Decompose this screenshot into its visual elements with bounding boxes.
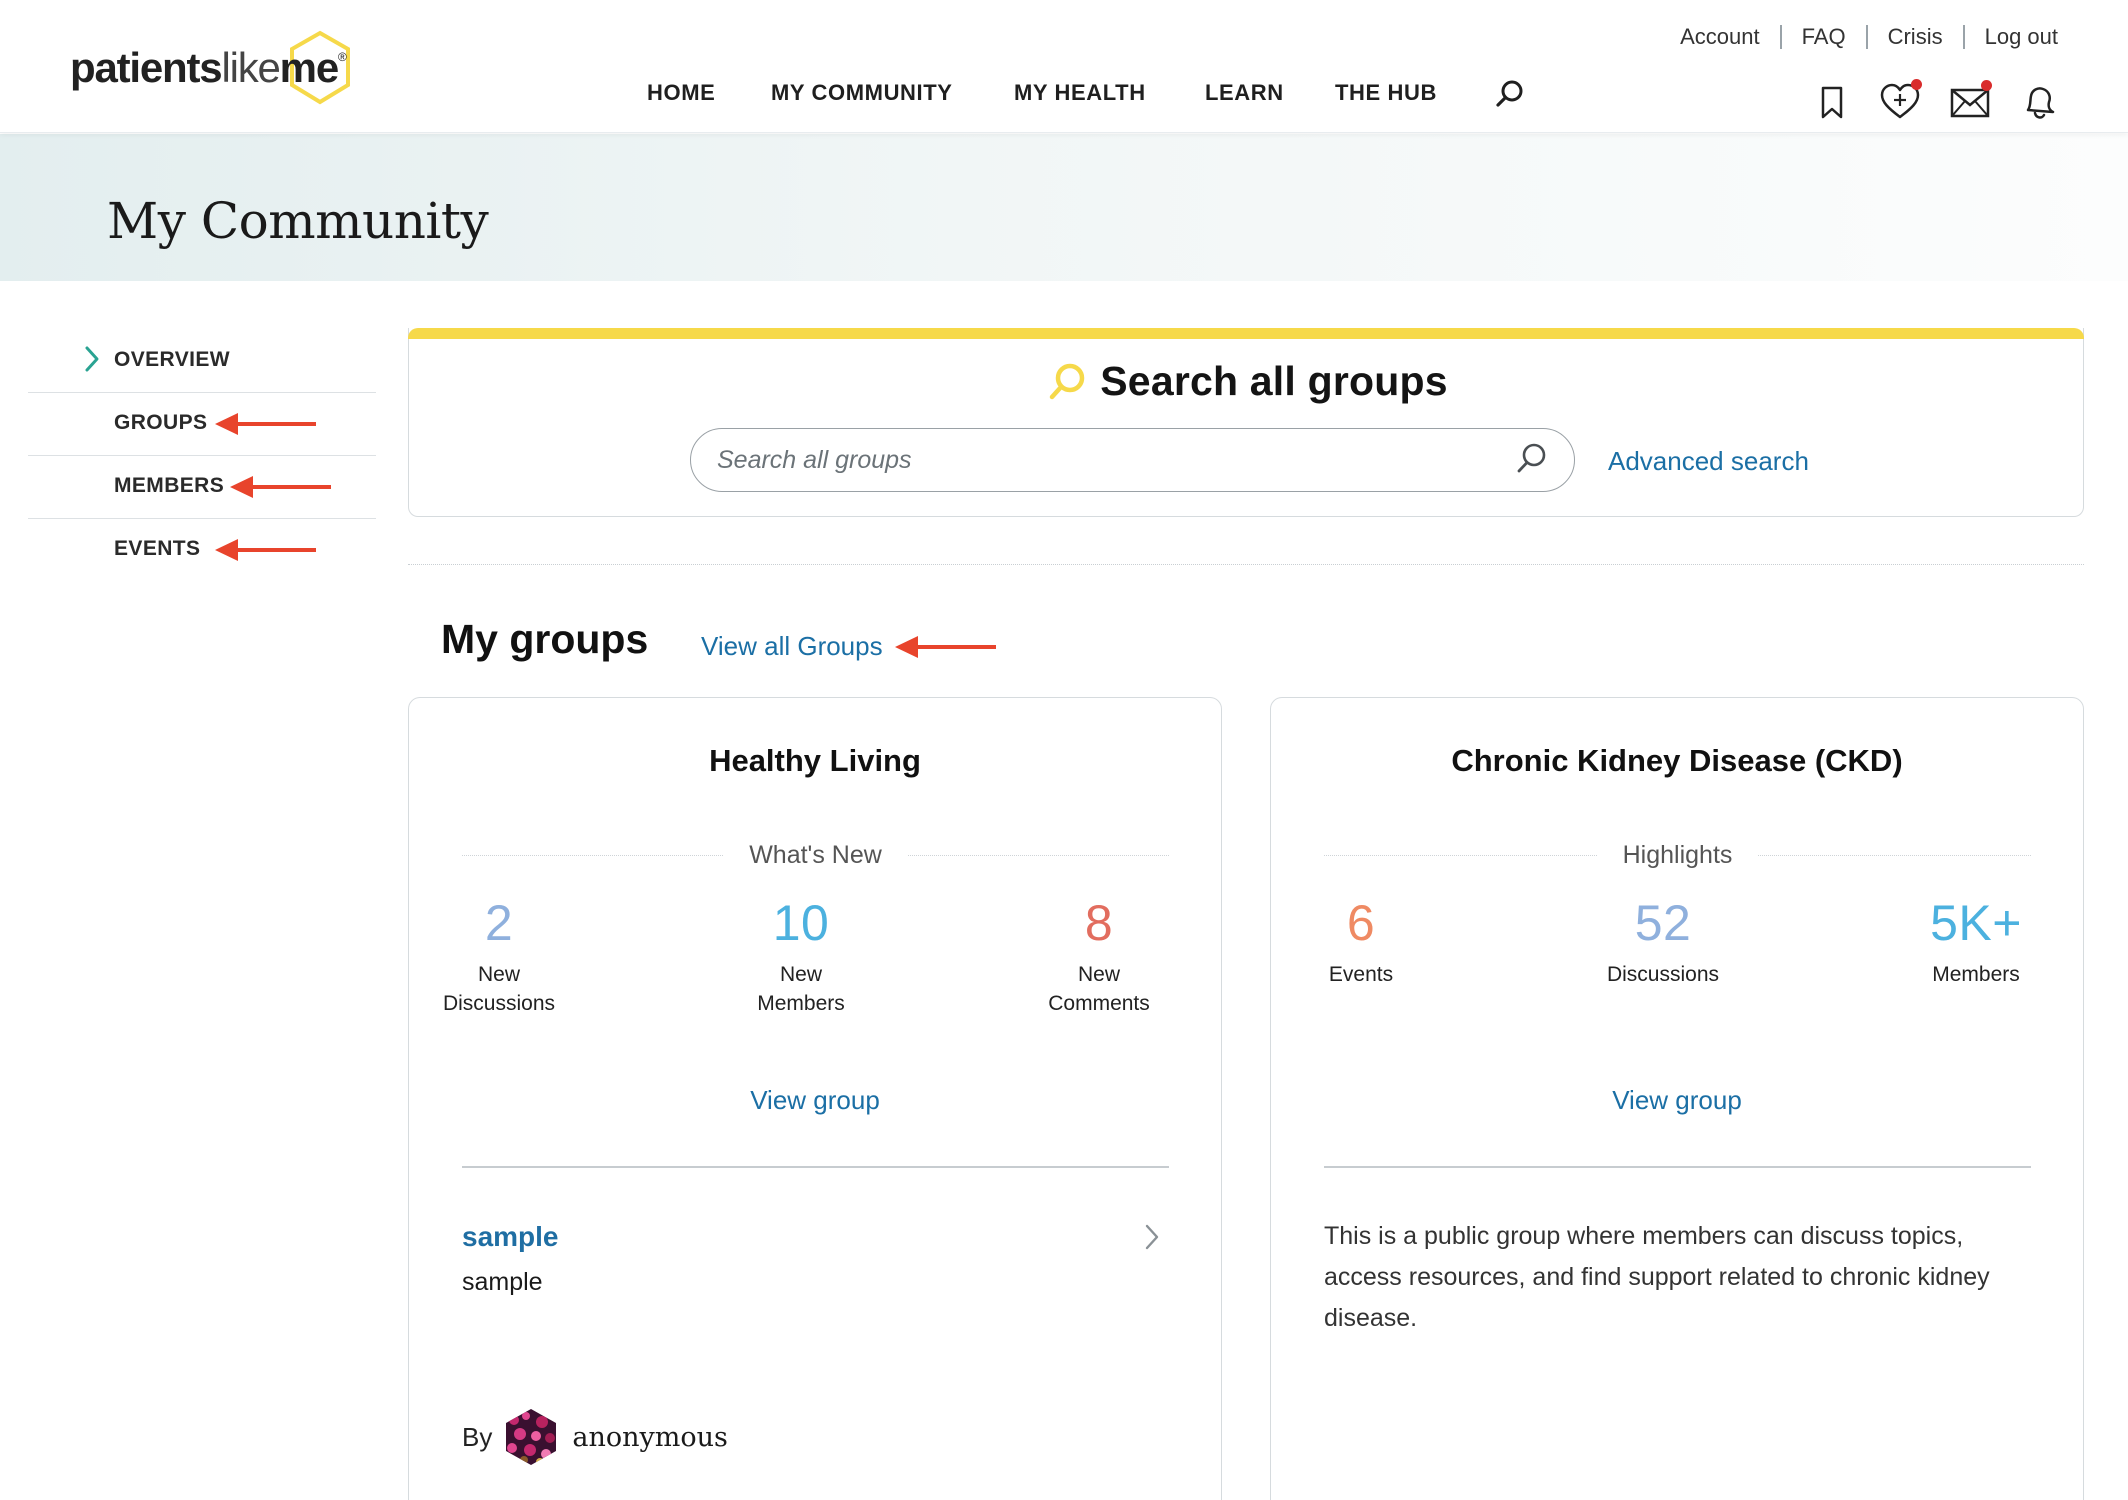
notification-dot — [1981, 80, 1992, 91]
nav-home[interactable]: HOME — [647, 80, 715, 106]
search-submit-icon[interactable] — [1514, 441, 1550, 477]
notification-dot — [1911, 79, 1922, 90]
bell-icon[interactable] — [2018, 80, 2062, 124]
author-name[interactable]: anonymous — [572, 1422, 728, 1453]
sidebar-item-events[interactable]: EVENTS — [28, 519, 376, 582]
patientslikeme-logo[interactable]: patientslikeme ® — [70, 30, 370, 110]
post-author: By anonymous — [462, 1408, 728, 1466]
sidebar-item-members[interactable]: MEMBERS — [28, 456, 376, 519]
stat-new-comments: 8 New Comments — [1048, 895, 1150, 1015]
annotation-arrow-icon — [215, 539, 316, 561]
group-description: This is a public group where members can… — [1324, 1222, 1990, 1332]
bookmark-icon[interactable] — [1810, 80, 1854, 124]
heart-plus-icon[interactable] — [1878, 79, 1922, 124]
post-body: sample — [462, 1268, 543, 1296]
sidebar-item-overview[interactable]: OVERVIEW — [28, 330, 376, 393]
stat-discussions: 52 Discussions — [1606, 895, 1720, 986]
group-subtitle: What's New — [462, 841, 1169, 870]
nav-my-community[interactable]: MY COMMUNITY — [771, 80, 953, 106]
search-input[interactable] — [717, 441, 1497, 479]
avatar[interactable] — [504, 1408, 558, 1466]
utility-separator — [1962, 25, 1965, 49]
page-title: My Community — [107, 192, 489, 250]
community-sidebar: OVERVIEW GROUPS MEMBERS EVENTS — [28, 330, 376, 582]
group-card-healthy-living: Healthy Living What's New 2 New Discussio… — [408, 697, 1222, 1500]
group-title: Chronic Kidney Disease (CKD) — [1451, 743, 1903, 778]
utility-separator — [1865, 25, 1868, 49]
chevron-right-icon[interactable] — [1142, 1222, 1162, 1252]
group-card-ckd: Chronic Kidney Disease (CKD) Highlights … — [1270, 697, 2084, 1500]
view-group-link[interactable]: View group — [1612, 1085, 1742, 1115]
search-groups-card: Search all groups Advanced search — [407, 328, 2084, 517]
group-subtitle: Highlights — [1324, 841, 2031, 870]
logout-link[interactable]: Log out — [1985, 24, 2058, 50]
my-groups-title: My groups — [441, 616, 649, 662]
group-title: Healthy Living — [709, 743, 921, 778]
crisis-link[interactable]: Crisis — [1888, 24, 1943, 50]
stat-new-discussions: 2 New Discussions — [442, 895, 556, 1015]
chevron-right-icon — [85, 346, 99, 372]
card-divider — [1324, 1166, 2031, 1168]
utility-nav: Account FAQ Crisis Log out — [1680, 24, 2058, 50]
sidebar-item-label: GROUPS — [114, 411, 208, 434]
sidebar-item-label: MEMBERS — [114, 474, 225, 497]
mail-icon[interactable] — [1948, 80, 1992, 124]
nav-my-health[interactable]: MY HEALTH — [1014, 80, 1146, 106]
stat-new-members: 10 New Members — [757, 895, 845, 1015]
nav-learn[interactable]: LEARN — [1205, 80, 1284, 106]
advanced-search-link[interactable]: Advanced search — [1608, 446, 1809, 477]
view-group-link[interactable]: View group — [750, 1085, 880, 1115]
search-title: Search all groups — [1100, 358, 1448, 404]
logo-registered-mark: ® — [338, 50, 347, 64]
sidebar-item-label: EVENTS — [114, 537, 201, 560]
faq-link[interactable]: FAQ — [1802, 24, 1846, 50]
view-all-groups-link[interactable]: View all Groups — [701, 631, 883, 662]
section-divider — [408, 564, 2084, 565]
stat-events: 6 Events — [1328, 895, 1394, 986]
sidebar-item-label: OVERVIEW — [114, 348, 231, 371]
stat-members: 5K+ Members — [1930, 895, 2022, 986]
post-title-link[interactable]: sample — [462, 1221, 559, 1253]
annotation-arrow-icon — [230, 476, 331, 498]
account-link[interactable]: Account — [1680, 24, 1760, 50]
search-icon[interactable] — [1494, 78, 1526, 110]
search-icon — [1050, 363, 1085, 399]
page-banner: My Community — [0, 134, 2128, 281]
card-divider — [462, 1166, 1169, 1168]
site-header: patientslikeme ® Account FAQ Crisis Log … — [0, 0, 2128, 133]
annotation-arrow-icon — [895, 636, 996, 658]
card-accent-bar — [407, 328, 2084, 339]
annotation-arrow-icon — [215, 413, 316, 435]
search-box — [690, 428, 1575, 492]
nav-the-hub[interactable]: THE HUB — [1335, 80, 1437, 106]
sidebar-item-groups[interactable]: GROUPS — [28, 393, 376, 456]
utility-separator — [1779, 25, 1782, 49]
